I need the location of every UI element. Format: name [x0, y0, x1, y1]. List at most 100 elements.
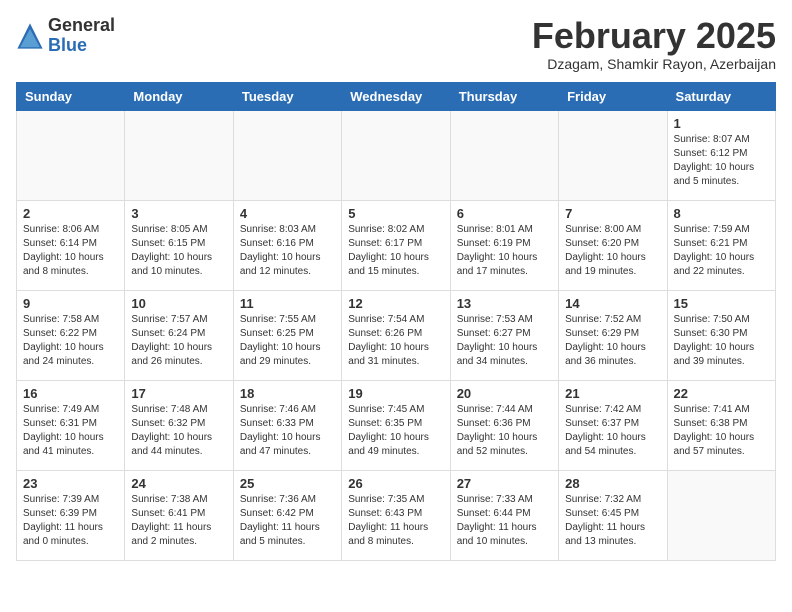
title-block: February 2025 Dzagam, Shamkir Rayon, Aze… [532, 16, 776, 72]
location-subtitle: Dzagam, Shamkir Rayon, Azerbaijan [532, 56, 776, 72]
day-number: 15 [674, 296, 769, 311]
calendar-cell: 13 Sunrise: 7:53 AM Sunset: 6:27 PM Dayli… [450, 290, 558, 380]
column-header-tuesday: Tuesday [233, 82, 341, 110]
day-info: Sunrise: 7:48 AM Sunset: 6:32 PM Dayligh… [131, 403, 226, 459]
logo-general-text: General [48, 16, 115, 36]
day-number: 20 [457, 386, 552, 401]
day-number: 9 [23, 296, 118, 311]
calendar-cell: 20 Sunrise: 7:44 AM Sunset: 6:36 PM Dayli… [450, 380, 558, 470]
day-info: Sunrise: 7:49 AM Sunset: 6:31 PM Dayligh… [23, 403, 118, 459]
day-number: 27 [457, 476, 552, 491]
column-header-thursday: Thursday [450, 82, 558, 110]
day-info: Sunrise: 8:07 AM Sunset: 6:12 PM Dayligh… [674, 133, 769, 189]
calendar-cell: 21 Sunrise: 7:42 AM Sunset: 6:37 PM Dayli… [559, 380, 667, 470]
calendar-cell: 24 Sunrise: 7:38 AM Sunset: 6:41 PM Dayli… [125, 470, 233, 560]
day-info: Sunrise: 7:54 AM Sunset: 6:26 PM Dayligh… [348, 313, 443, 369]
day-info: Sunrise: 7:32 AM Sunset: 6:45 PM Dayligh… [565, 493, 660, 549]
logo: General Blue [16, 16, 115, 56]
day-info: Sunrise: 7:41 AM Sunset: 6:38 PM Dayligh… [674, 403, 769, 459]
calendar-cell: 19Sunrise: 7:45 AM Sunset: 6:35 PM Dayli… [342, 380, 450, 470]
calendar-cell [125, 110, 233, 200]
calendar-cell: 28 Sunrise: 7:32 AM Sunset: 6:45 PM Dayli… [559, 470, 667, 560]
calendar-table: SundayMondayTuesdayWednesdayThursdayFrid… [16, 82, 776, 561]
day-number: 8 [674, 206, 769, 221]
day-info: Sunrise: 7:50 AM Sunset: 6:30 PM Dayligh… [674, 313, 769, 369]
calendar-cell: 1Sunrise: 8:07 AM Sunset: 6:12 PM Daylig… [667, 110, 775, 200]
day-number: 13 [457, 296, 552, 311]
day-info: Sunrise: 7:57 AM Sunset: 6:24 PM Dayligh… [131, 313, 226, 369]
day-number: 24 [131, 476, 226, 491]
week-row-2: 2 Sunrise: 8:06 AM Sunset: 6:14 PM Daylig… [17, 200, 776, 290]
day-number: 23 [23, 476, 118, 491]
day-info: Sunrise: 7:59 AM Sunset: 6:21 PM Dayligh… [674, 223, 769, 279]
calendar-cell: 11 Sunrise: 7:55 AM Sunset: 6:25 PM Dayli… [233, 290, 341, 380]
calendar-cell: 8 Sunrise: 7:59 AM Sunset: 6:21 PM Daylig… [667, 200, 775, 290]
day-info: Sunrise: 8:01 AM Sunset: 6:19 PM Dayligh… [457, 223, 552, 279]
day-number: 2 [23, 206, 118, 221]
logo-blue-text: Blue [48, 36, 115, 56]
day-info: Sunrise: 8:03 AM Sunset: 6:16 PM Dayligh… [240, 223, 335, 279]
day-number: 5 [348, 206, 443, 221]
calendar-cell [559, 110, 667, 200]
column-header-sunday: Sunday [17, 82, 125, 110]
calendar-cell: 2 Sunrise: 8:06 AM Sunset: 6:14 PM Daylig… [17, 200, 125, 290]
calendar-cell [342, 110, 450, 200]
calendar-cell: 25 Sunrise: 7:36 AM Sunset: 6:42 PM Dayli… [233, 470, 341, 560]
calendar-cell: 14 Sunrise: 7:52 AM Sunset: 6:29 PM Dayli… [559, 290, 667, 380]
day-info: Sunrise: 7:46 AM Sunset: 6:33 PM Dayligh… [240, 403, 335, 459]
day-info: Sunrise: 7:36 AM Sunset: 6:42 PM Dayligh… [240, 493, 335, 549]
calendar-cell: 7 Sunrise: 8:00 AM Sunset: 6:20 PM Daylig… [559, 200, 667, 290]
day-number: 11 [240, 296, 335, 311]
day-number: 18 [240, 386, 335, 401]
calendar-cell: 22 Sunrise: 7:41 AM Sunset: 6:38 PM Dayli… [667, 380, 775, 470]
day-info: Sunrise: 7:39 AM Sunset: 6:39 PM Dayligh… [23, 493, 118, 549]
day-info: Sunrise: 8:00 AM Sunset: 6:20 PM Dayligh… [565, 223, 660, 279]
day-number: 22 [674, 386, 769, 401]
day-number: 16 [23, 386, 118, 401]
day-info: Sunrise: 7:33 AM Sunset: 6:44 PM Dayligh… [457, 493, 552, 549]
column-header-saturday: Saturday [667, 82, 775, 110]
logo-text: General Blue [48, 16, 115, 56]
calendar-cell: 16 Sunrise: 7:49 AM Sunset: 6:31 PM Dayli… [17, 380, 125, 470]
day-info: Sunrise: 8:06 AM Sunset: 6:14 PM Dayligh… [23, 223, 118, 279]
day-number: 3 [131, 206, 226, 221]
day-number: 25 [240, 476, 335, 491]
day-number: 28 [565, 476, 660, 491]
day-number: 14 [565, 296, 660, 311]
day-number: 10 [131, 296, 226, 311]
calendar-header-row: SundayMondayTuesdayWednesdayThursdayFrid… [17, 82, 776, 110]
day-number: 17 [131, 386, 226, 401]
page-header: General Blue February 2025 Dzagam, Shamk… [16, 16, 776, 72]
calendar-cell: 15 Sunrise: 7:50 AM Sunset: 6:30 PM Dayli… [667, 290, 775, 380]
calendar-cell: 27 Sunrise: 7:33 AM Sunset: 6:44 PM Dayli… [450, 470, 558, 560]
day-info: Sunrise: 8:05 AM Sunset: 6:15 PM Dayligh… [131, 223, 226, 279]
week-row-4: 16 Sunrise: 7:49 AM Sunset: 6:31 PM Dayli… [17, 380, 776, 470]
day-info: Sunrise: 7:52 AM Sunset: 6:29 PM Dayligh… [565, 313, 660, 369]
day-info: Sunrise: 7:53 AM Sunset: 6:27 PM Dayligh… [457, 313, 552, 369]
calendar-cell: 6Sunrise: 8:01 AM Sunset: 6:19 PM Daylig… [450, 200, 558, 290]
month-title: February 2025 [532, 16, 776, 56]
calendar-cell: 4 Sunrise: 8:03 AM Sunset: 6:16 PM Daylig… [233, 200, 341, 290]
calendar-cell: 18 Sunrise: 7:46 AM Sunset: 6:33 PM Dayli… [233, 380, 341, 470]
day-number: 26 [348, 476, 443, 491]
day-info: Sunrise: 7:38 AM Sunset: 6:41 PM Dayligh… [131, 493, 226, 549]
day-info: Sunrise: 7:58 AM Sunset: 6:22 PM Dayligh… [23, 313, 118, 369]
week-row-1: 1Sunrise: 8:07 AM Sunset: 6:12 PM Daylig… [17, 110, 776, 200]
day-number: 4 [240, 206, 335, 221]
day-info: Sunrise: 7:55 AM Sunset: 6:25 PM Dayligh… [240, 313, 335, 369]
day-number: 21 [565, 386, 660, 401]
calendar-cell: 9 Sunrise: 7:58 AM Sunset: 6:22 PM Daylig… [17, 290, 125, 380]
day-info: Sunrise: 7:44 AM Sunset: 6:36 PM Dayligh… [457, 403, 552, 459]
calendar-cell: 5Sunrise: 8:02 AM Sunset: 6:17 PM Daylig… [342, 200, 450, 290]
column-header-friday: Friday [559, 82, 667, 110]
logo-icon [16, 22, 44, 50]
calendar-cell: 17 Sunrise: 7:48 AM Sunset: 6:32 PM Dayli… [125, 380, 233, 470]
calendar-cell: 26Sunrise: 7:35 AM Sunset: 6:43 PM Dayli… [342, 470, 450, 560]
calendar-cell [450, 110, 558, 200]
day-number: 19 [348, 386, 443, 401]
week-row-5: 23 Sunrise: 7:39 AM Sunset: 6:39 PM Dayli… [17, 470, 776, 560]
calendar-cell [667, 470, 775, 560]
day-info: Sunrise: 7:42 AM Sunset: 6:37 PM Dayligh… [565, 403, 660, 459]
calendar-cell [233, 110, 341, 200]
day-number: 7 [565, 206, 660, 221]
